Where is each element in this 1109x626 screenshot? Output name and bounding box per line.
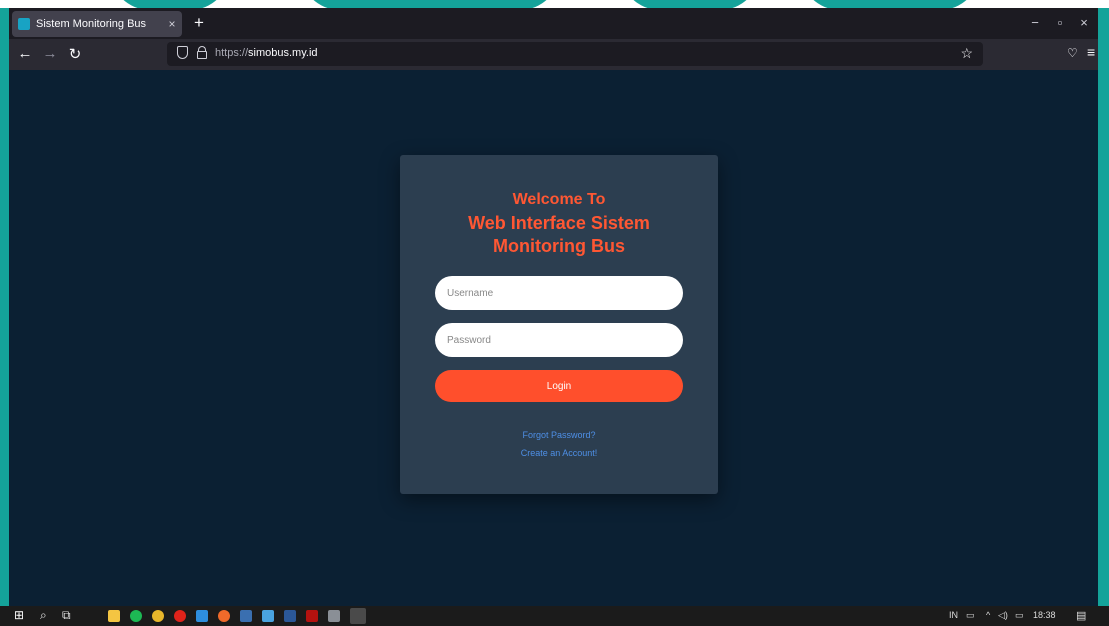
close-window-button[interactable]: × bbox=[1072, 15, 1096, 30]
battery-icon[interactable]: ▭ bbox=[1015, 610, 1024, 621]
url-text[interactable]: https://simobus.my.id bbox=[215, 47, 318, 59]
notepad-icon[interactable] bbox=[262, 610, 274, 622]
hamburger-menu-icon[interactable]: ≡ bbox=[1087, 44, 1095, 60]
opera-icon[interactable] bbox=[174, 610, 186, 622]
password-input[interactable] bbox=[435, 323, 683, 357]
vscode-icon[interactable] bbox=[196, 610, 208, 622]
keyboard-icon[interactable]: ▭ bbox=[966, 610, 975, 621]
word-icon[interactable] bbox=[284, 610, 296, 622]
search-icon[interactable]: ⌕ bbox=[40, 608, 47, 623]
spotify-icon[interactable] bbox=[130, 610, 142, 622]
login-button[interactable]: Login bbox=[435, 370, 683, 402]
bookmark-star-icon[interactable]: ☆ bbox=[960, 45, 973, 62]
back-arrow-icon[interactable]: ← bbox=[15, 45, 35, 62]
calculator-icon[interactable] bbox=[328, 610, 340, 622]
browser-tab[interactable]: Sistem Monitoring Bus × bbox=[12, 11, 182, 37]
chrome-icon[interactable] bbox=[152, 610, 164, 622]
forward-arrow-icon[interactable]: → bbox=[40, 45, 60, 62]
decorative-frame-top bbox=[0, 0, 1109, 8]
welcome-text: Welcome To bbox=[512, 191, 606, 208]
minimize-button[interactable]: − bbox=[1023, 15, 1047, 30]
create-account-link[interactable]: Create an Account! bbox=[400, 448, 718, 458]
tab-close-icon[interactable]: × bbox=[162, 17, 182, 31]
notification-icon[interactable]: ▤ bbox=[1076, 609, 1086, 622]
page-title: Web Interface Sistem Monitoring Bus bbox=[400, 212, 718, 258]
taskbar: ⊞ ⌕ ⧉ IN ▭ ^ ◁) ▭ 18:38 ▤ bbox=[0, 606, 1109, 626]
file-explorer-icon[interactable] bbox=[108, 610, 120, 622]
forgot-password-link[interactable]: Forgot Password? bbox=[400, 430, 718, 440]
filezilla-icon[interactable] bbox=[306, 610, 318, 622]
new-tab-button[interactable]: + bbox=[189, 13, 209, 33]
lock-icon[interactable] bbox=[197, 46, 207, 59]
app-icon[interactable] bbox=[218, 610, 230, 622]
login-card: Welcome To Web Interface Sistem Monitori… bbox=[400, 155, 718, 494]
tab-title: Sistem Monitoring Bus bbox=[36, 18, 147, 30]
tracking-shield-icon[interactable] bbox=[177, 46, 188, 59]
restore-button[interactable]: ▫ bbox=[1048, 15, 1072, 30]
browser-window: Sistem Monitoring Bus × + − ▫ × ← → ↻ ht… bbox=[9, 8, 1098, 606]
decorative-frame-left bbox=[0, 0, 9, 626]
windows-start-icon[interactable]: ⊞ bbox=[14, 608, 24, 622]
clock[interactable]: 18:38 bbox=[1033, 610, 1056, 620]
language-indicator[interactable]: IN bbox=[949, 610, 958, 620]
address-bar[interactable]: https://simobus.my.id ☆ bbox=[167, 42, 983, 66]
task-view-icon[interactable]: ⧉ bbox=[62, 608, 71, 623]
tray-chevron-icon[interactable]: ^ bbox=[986, 610, 990, 620]
decorative-frame-right bbox=[1098, 0, 1109, 626]
reload-icon[interactable]: ↻ bbox=[65, 45, 85, 63]
navigation-bar: ← → ↻ https://simobus.my.id ☆ ♡ ≡ bbox=[9, 39, 1098, 70]
page-title-line-1: Web Interface Sistem bbox=[468, 213, 650, 233]
firefox-active-icon[interactable] bbox=[350, 608, 366, 624]
pocket-icon[interactable]: ♡ bbox=[1067, 46, 1078, 60]
username-input[interactable] bbox=[435, 276, 683, 310]
volume-icon[interactable]: ◁) bbox=[998, 610, 1008, 621]
tab-strip: Sistem Monitoring Bus × + − ▫ × bbox=[9, 8, 1098, 39]
page-title-line-2: Monitoring Bus bbox=[493, 236, 625, 256]
favicon-icon bbox=[18, 18, 30, 30]
terminal-icon[interactable] bbox=[240, 610, 252, 622]
